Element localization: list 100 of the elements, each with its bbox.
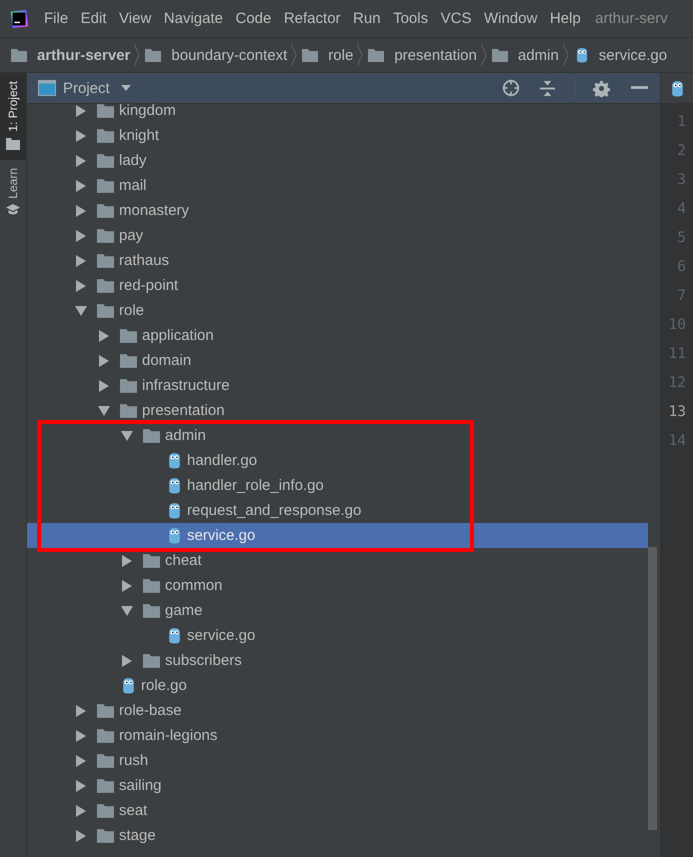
tree-item[interactable]: role [27, 298, 648, 323]
expand-arrow-icon[interactable] [121, 580, 133, 592]
tree-item[interactable]: romain-legions [27, 723, 648, 748]
menu-item[interactable]: Navigate [164, 10, 223, 27]
settings-icon[interactable] [593, 80, 610, 96]
expand-arrow-icon[interactable] [75, 780, 87, 792]
folder-icon [97, 278, 114, 292]
tree-item[interactable]: game [27, 598, 648, 623]
expand-arrow-icon[interactable] [121, 604, 133, 616]
tree-item[interactable]: subscribers [27, 648, 648, 673]
expand-arrow-icon[interactable] [75, 804, 87, 816]
tree-item[interactable]: lady [27, 148, 648, 173]
folder-icon [368, 48, 384, 62]
menu-item[interactable]: Refactor [284, 10, 341, 27]
minimize-icon[interactable] [631, 86, 648, 90]
folder-icon [11, 48, 27, 62]
menu-item[interactable]: File [44, 10, 68, 27]
breadcrumb-item[interactable]: service.go [598, 46, 668, 64]
folder-icon [302, 48, 318, 62]
chevron-icon [134, 44, 140, 66]
tree-item[interactable]: application [27, 323, 648, 348]
expand-arrow-icon[interactable] [75, 754, 87, 766]
tree-item[interactable]: mail [27, 173, 648, 198]
tree-item[interactable]: role-base [27, 698, 648, 723]
expand-arrow-icon[interactable] [75, 830, 87, 842]
tree-item[interactable]: infrastructure [27, 373, 648, 398]
menu-item[interactable]: Run [353, 10, 381, 27]
folder-icon [97, 828, 114, 842]
expand-arrow-icon[interactable] [121, 430, 133, 442]
menu-item[interactable]: Help [550, 10, 581, 27]
expand-arrow-icon[interactable] [121, 554, 133, 566]
menu-item[interactable]: Edit [80, 10, 107, 27]
menu-item[interactable]: Window [484, 10, 538, 27]
chevron-icon [562, 44, 569, 66]
tree-item[interactable]: common [27, 573, 648, 598]
tree-item[interactable]: service.go [27, 523, 648, 548]
expand-arrow-icon[interactable] [75, 104, 87, 116]
folder-icon [120, 404, 137, 418]
locate-icon[interactable] [502, 79, 520, 97]
tree-item[interactable]: seat [27, 798, 648, 823]
folder-icon [120, 354, 137, 368]
menu-item[interactable]: View [119, 10, 152, 27]
expand-arrow-icon[interactable] [98, 380, 110, 392]
folder-icon [97, 204, 114, 218]
tree-item[interactable]: cheat [27, 548, 648, 573]
folder-icon [97, 304, 114, 318]
gopher-icon [122, 677, 135, 694]
tree-item[interactable]: stage [27, 823, 648, 848]
expand-arrow-icon[interactable] [75, 230, 87, 242]
tree-item[interactable]: pay [27, 223, 648, 248]
folder-icon [97, 804, 114, 818]
folder-icon [143, 554, 160, 568]
tree-item[interactable]: sailing [27, 773, 648, 798]
tree-item[interactable]: rush [27, 748, 648, 773]
dropdown-caret-icon[interactable] [120, 85, 131, 91]
tree-item[interactable]: knight [27, 123, 648, 148]
expand-arrow-icon[interactable] [75, 704, 87, 716]
breadcrumb-item[interactable]: arthur-server [37, 46, 130, 64]
breadcrumb-item[interactable]: presentation [394, 46, 477, 64]
tree-item[interactable]: kingdom [27, 104, 648, 123]
tree-item[interactable]: handler_role_info.go [27, 473, 648, 498]
breadcrumb-item[interactable]: role [328, 46, 354, 64]
expand-arrow-icon[interactable] [75, 180, 87, 192]
tool-window-tab[interactable]: 1: Project [0, 73, 26, 160]
expand-arrow-icon[interactable] [75, 204, 87, 216]
tree-item[interactable]: presentation [27, 398, 648, 423]
expand-arrow-icon[interactable] [121, 654, 133, 666]
expand-arrow-icon[interactable] [75, 730, 87, 742]
tree-item[interactable]: red-point [27, 273, 648, 298]
expand-arrow-icon[interactable] [98, 330, 110, 342]
tree-item[interactable]: role.go [27, 673, 648, 698]
tree-item[interactable]: admin [27, 423, 648, 448]
breadcrumb-item[interactable]: boundary-context [171, 46, 288, 64]
breadcrumb-item[interactable]: admin [518, 46, 559, 64]
folder-icon [145, 48, 162, 62]
menu-item[interactable]: Code [235, 10, 272, 27]
chevron-icon [480, 44, 487, 66]
collapse-all-icon[interactable] [539, 80, 556, 96]
gopher-icon[interactable] [671, 80, 684, 96]
expand-arrow-icon[interactable] [75, 154, 87, 166]
expand-arrow-icon[interactable] [75, 254, 87, 266]
expand-arrow-icon[interactable] [98, 404, 110, 416]
expand-arrow-icon[interactable] [75, 130, 87, 142]
tree-item[interactable]: handler.go [27, 448, 648, 473]
panel-title[interactable]: Project [63, 80, 110, 96]
tree-item[interactable]: request_and_response.go [27, 498, 648, 523]
tree-item[interactable]: rathaus [27, 248, 648, 273]
tree-item[interactable]: domain [27, 348, 648, 373]
folder-icon [97, 254, 114, 268]
tree-item[interactable]: monastery [27, 198, 648, 223]
scrollbar-thumb[interactable] [648, 547, 657, 830]
menu-item[interactable]: VCS [440, 10, 472, 27]
tree-item[interactable]: service.go [27, 623, 648, 648]
chevron-icon [357, 44, 364, 66]
tool-window-tab[interactable]: Learn [0, 160, 26, 226]
expand-arrow-icon[interactable] [75, 304, 87, 316]
expand-arrow-icon[interactable] [98, 354, 110, 366]
folder-icon [492, 48, 508, 62]
menu-item[interactable]: Tools [393, 10, 428, 27]
expand-arrow-icon[interactable] [75, 280, 87, 292]
